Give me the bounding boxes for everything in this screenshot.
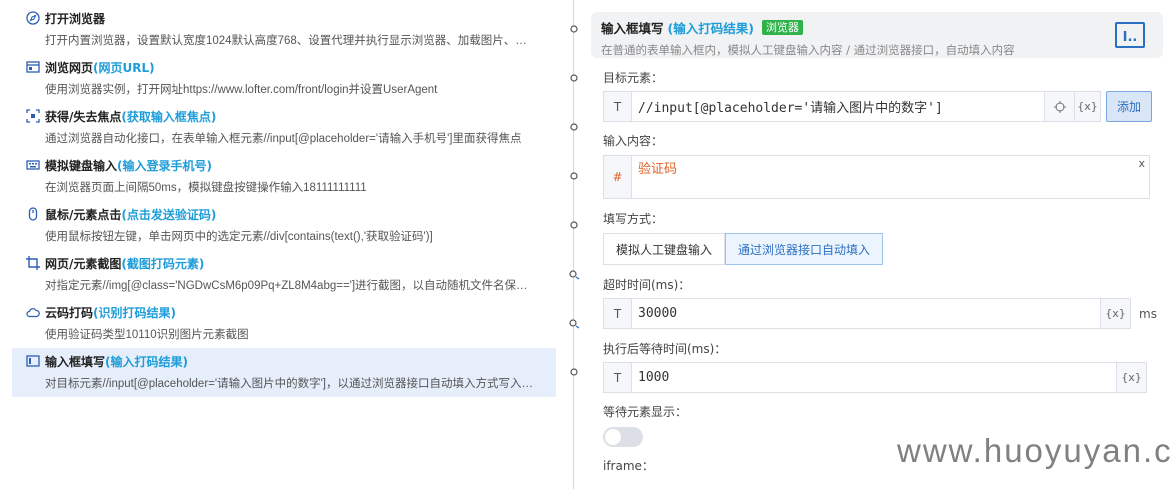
wait-label: 执行后等待时间(ms)：	[603, 342, 727, 356]
step-title: 模拟键盘输入	[45, 158, 118, 173]
input-box-icon: I..	[1115, 22, 1145, 48]
input-box-icon	[26, 354, 40, 368]
content-label: 输入内容：	[603, 134, 664, 148]
keyboard-icon	[26, 158, 40, 172]
compass-icon	[26, 11, 40, 25]
step-description: 使用浏览器实例，打开网址https://www.lofter.com/front…	[45, 84, 438, 96]
timeout-input[interactable]: 30000	[631, 298, 1101, 329]
cloud-icon	[26, 305, 40, 319]
mode-label: 填写方式：	[603, 212, 664, 226]
fill-mode-selector: 模拟人工键盘输入 通过浏览器接口自动填入	[603, 233, 1163, 265]
timeout-field: T 30000 {x} ms	[603, 298, 1163, 329]
step-item-mouse-click[interactable]: 鼠标/元素点击 (点击发送验证码) 使用鼠标按钮左键，单击网页中的选定元素//d…	[12, 201, 556, 250]
step-description: 打开内置浏览器，设置默认宽度1024默认高度768、设置代理并执行显示浏览器、加…	[45, 35, 527, 47]
step-title: 网页/元素截图	[45, 256, 122, 271]
variable-button[interactable]: {x}	[1117, 362, 1147, 393]
clear-icon[interactable]: x	[1138, 157, 1145, 170]
properties-panel: 输入框填写 (输入打码结果) 浏览器 在普通的表单输入框内，模拟人工键盘输入内容…	[591, 12, 1163, 473]
focus-icon	[26, 109, 40, 123]
browser-window-icon	[26, 60, 40, 74]
connector-node-icon	[567, 120, 581, 134]
step-highlight: (输入登录手机号)	[117, 158, 212, 173]
step-title: 浏览网页	[45, 60, 94, 75]
variable-button[interactable]: {x}	[1075, 91, 1101, 122]
connector-branch-icon	[567, 316, 581, 330]
step-item-captcha[interactable]: 云码打码 (识别打码结果) 使用验证码类型10110识别图片元素截图	[12, 299, 556, 348]
type-prefix[interactable]: T	[603, 298, 631, 329]
step-description: 在浏览器页面上间隔50ms，模拟键盘按键操作输入18111111111	[45, 182, 367, 194]
browser-badge: 浏览器	[761, 20, 803, 35]
crop-icon	[26, 256, 40, 270]
step-title: 输入框填写	[45, 354, 106, 369]
panel-header: 输入框填写 (输入打码结果) 浏览器 在普通的表单输入框内，模拟人工键盘输入内容…	[591, 12, 1163, 58]
step-title: 云码打码	[45, 305, 94, 320]
connector-node-icon	[567, 22, 581, 36]
watermark: www.huoyuyan.com	[897, 432, 1172, 469]
connector-node-icon	[567, 71, 581, 85]
content-value: 验证码	[638, 162, 678, 177]
connector-node-icon	[567, 365, 581, 379]
step-highlight: (截图打码元素)	[121, 256, 205, 271]
step-description: 对指定元素//img[@class='NGDwCsM6p09Pq+ZL8M4ab…	[45, 280, 528, 292]
step-item-keyboard-input[interactable]: 模拟键盘输入 (输入登录手机号) 在浏览器页面上间隔50ms，模拟键盘按键操作输…	[12, 152, 556, 201]
connector-node-icon	[567, 169, 581, 183]
timeout-unit: ms	[1139, 306, 1157, 321]
step-item-open-browser[interactable]: 打开浏览器 打开内置浏览器，设置默认宽度1024默认高度768、设置代理并执行显…	[12, 5, 556, 54]
timeout-label: 超时时间(ms)：	[603, 278, 691, 292]
crosshair-icon[interactable]	[1045, 91, 1075, 122]
target-element-input[interactable]: //input[@placeholder='请输入图片中的数字']	[631, 91, 1045, 122]
panel-title: 输入框填写	[601, 21, 664, 36]
step-description: 通过浏览器自动化接口，在表单输入框元素//input[@placeholder=…	[45, 133, 522, 145]
target-field: T //input[@placeholder='请输入图片中的数字'] {x} …	[603, 91, 1163, 122]
panel-description: 在普通的表单输入框内，模拟人工键盘输入内容 / 通过浏览器接口，自动填入内容	[601, 43, 1015, 57]
expression-prefix[interactable]: #	[603, 155, 631, 199]
toggle-knob	[605, 429, 621, 445]
step-item-screenshot[interactable]: 网页/元素截图 (截图打码元素) 对指定元素//img[@class='NGDw…	[12, 250, 556, 299]
step-highlight: (网页URL)	[93, 60, 155, 75]
connector-branch-icon	[567, 267, 581, 281]
mode-option-keyboard[interactable]: 模拟人工键盘输入	[603, 233, 726, 265]
wait-input[interactable]: 1000	[631, 362, 1117, 393]
step-description: 对目标元素//input[@placeholder='请输入图片中的数字']，以…	[45, 378, 533, 390]
step-highlight: (识别打码结果)	[93, 305, 176, 320]
wait-field: T 1000 {x}	[603, 362, 1163, 393]
mouse-icon	[26, 207, 40, 221]
content-textarea[interactable]: 验证码 x	[631, 155, 1150, 199]
type-prefix[interactable]: T	[603, 362, 631, 393]
target-label: 目标元素：	[603, 71, 664, 85]
step-highlight: (点击发送验证码)	[121, 207, 217, 222]
step-title: 鼠标/元素点击	[45, 207, 122, 222]
step-title: 获得/失去焦点	[45, 109, 122, 124]
step-title: 打开浏览器	[45, 11, 106, 26]
step-item-focus[interactable]: 获得/失去焦点 (获取输入框焦点) 通过浏览器自动化接口，在表单输入框元素//i…	[12, 103, 556, 152]
step-highlight: (获取输入框焦点)	[121, 109, 217, 124]
step-description: 使用验证码类型10110识别图片元素截图	[45, 329, 249, 341]
step-item-input-fill[interactable]: 输入框填写 (输入打码结果) 对目标元素//input[@placeholder…	[12, 348, 556, 397]
add-button[interactable]: 添加	[1106, 91, 1152, 122]
step-highlight: (输入打码结果)	[105, 354, 188, 369]
step-description: 使用鼠标按钮左键，单击网页中的选定元素//div[contains(text()…	[45, 231, 433, 243]
step-item-browse-page[interactable]: 浏览网页 (网页URL) 使用浏览器实例，打开网址https://www.lof…	[12, 54, 556, 103]
properties-form: 目标元素： T //input[@placeholder='请输入图片中的数字'…	[591, 69, 1163, 473]
wait-element-toggle[interactable]	[603, 427, 643, 447]
header-icon-text: I..	[1122, 30, 1138, 45]
flow-connector	[567, 0, 581, 489]
content-field: # 验证码 x	[603, 155, 1163, 199]
step-list: 打开浏览器 打开内置浏览器，设置默认宽度1024默认高度768、设置代理并执行显…	[12, 5, 556, 397]
connector-node-icon	[567, 218, 581, 232]
wait-element-label: 等待元素显示：	[603, 405, 688, 419]
mode-option-browser-api[interactable]: 通过浏览器接口自动填入	[725, 233, 884, 265]
panel-title-highlight: (输入打码结果)	[667, 21, 754, 36]
variable-button[interactable]: {x}	[1101, 298, 1131, 329]
type-prefix[interactable]: T	[603, 91, 631, 122]
